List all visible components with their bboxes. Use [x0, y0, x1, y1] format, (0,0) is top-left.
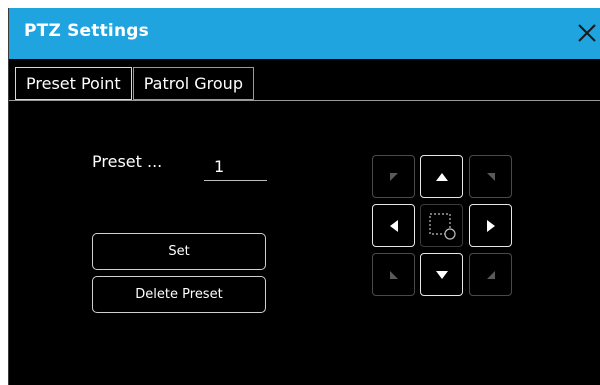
delete-preset-button[interactable]: Delete Preset: [92, 276, 266, 313]
arrow-right-icon[interactable]: [469, 204, 512, 247]
tab-divider: [9, 100, 600, 101]
dialog-titlebar: PTZ Settings: [9, 8, 600, 59]
arrow-down-right-icon[interactable]: [469, 253, 512, 296]
close-icon[interactable]: [575, 21, 599, 45]
ptz-direction-pad: [369, 155, 515, 301]
preset-label: Preset ...: [92, 152, 163, 171]
arrow-up-icon[interactable]: [420, 155, 463, 198]
tab-patrol-group[interactable]: Patrol Group: [132, 67, 254, 100]
arrow-up-right-icon[interactable]: [469, 155, 512, 198]
set-button[interactable]: Set: [92, 233, 266, 270]
preset-input[interactable]: [204, 153, 267, 181]
arrow-down-icon[interactable]: [420, 253, 463, 296]
arrow-down-left-icon[interactable]: [372, 253, 415, 296]
zoom-select-icon[interactable]: [420, 204, 463, 247]
tab-bar: Preset Point Patrol Group: [15, 67, 254, 100]
dialog-title: PTZ Settings: [24, 21, 149, 41]
arrow-left-icon[interactable]: [372, 204, 415, 247]
arrow-up-left-icon[interactable]: [372, 155, 415, 198]
ptz-settings-dialog: PTZ Settings Preset Point Patrol Group P…: [8, 8, 600, 385]
tab-preset-point[interactable]: Preset Point: [15, 67, 132, 100]
